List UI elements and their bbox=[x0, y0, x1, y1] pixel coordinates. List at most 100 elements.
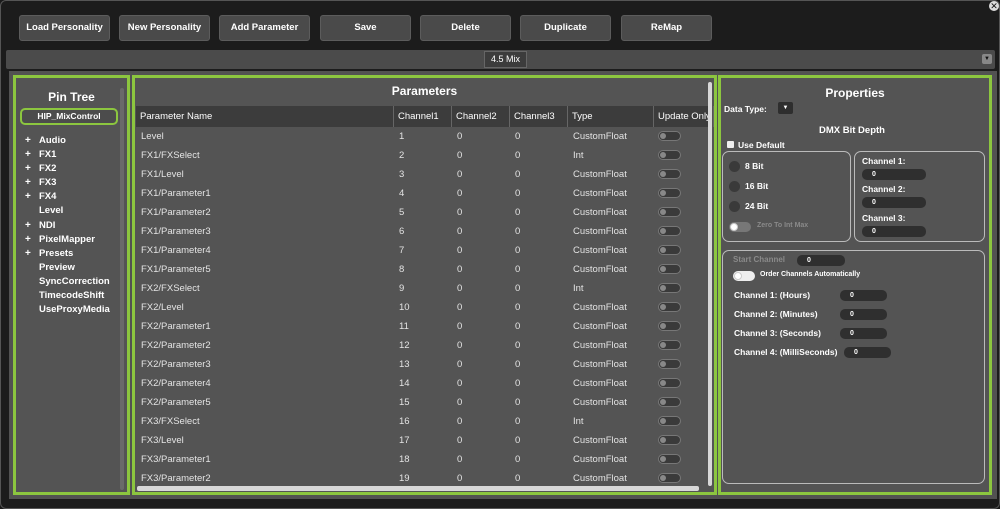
update-only-toggle[interactable] bbox=[658, 169, 681, 179]
radio-8-bit[interactable] bbox=[729, 161, 740, 172]
pin-tree-item[interactable]: TimecodeShift bbox=[25, 289, 110, 303]
data-type-dropdown[interactable]: ▼ bbox=[778, 102, 793, 114]
table-row[interactable]: Level 1 0 0 CustomFloat bbox=[136, 127, 710, 146]
update-only-toggle[interactable] bbox=[658, 340, 681, 350]
milliseconds-field[interactable]: 0 bbox=[844, 347, 891, 358]
pin-tree-scrollbar[interactable] bbox=[120, 88, 124, 490]
pin-tree-item-label: TimecodeShift bbox=[39, 290, 105, 302]
table-row[interactable]: FX2/Parameter4 14 0 0 CustomFloat bbox=[136, 374, 710, 393]
radio-16-bit[interactable] bbox=[729, 181, 740, 192]
update-only-toggle[interactable] bbox=[658, 378, 681, 388]
zero-to-int-max-toggle[interactable] bbox=[729, 222, 751, 232]
column-header[interactable]: Parameter Name bbox=[136, 106, 394, 127]
update-only-toggle[interactable] bbox=[658, 397, 681, 407]
update-only-toggle[interactable] bbox=[658, 207, 681, 217]
update-only-toggle[interactable] bbox=[658, 150, 681, 160]
order-channels-toggle[interactable] bbox=[733, 271, 755, 281]
chevron-down-icon[interactable]: ▼ bbox=[982, 54, 992, 64]
use-default-checkbox[interactable] bbox=[727, 141, 734, 148]
expand-plus-icon[interactable]: + bbox=[25, 162, 31, 176]
minutes-field[interactable]: 0 bbox=[840, 309, 887, 320]
expand-plus-icon[interactable]: + bbox=[25, 176, 31, 190]
hours-field[interactable]: 0 bbox=[840, 290, 887, 301]
pin-tree-item[interactable]: Level bbox=[25, 204, 110, 218]
channel1-field[interactable]: 0 bbox=[862, 169, 926, 180]
pin-tree-item-label: FX2 bbox=[39, 163, 57, 175]
expand-plus-icon[interactable]: + bbox=[25, 190, 31, 204]
close-icon[interactable]: ✕ bbox=[989, 1, 999, 11]
table-row[interactable]: FX3/FXSelect 16 0 0 Int bbox=[136, 412, 710, 431]
column-header[interactable]: Channel1 bbox=[394, 106, 452, 127]
channel2-field[interactable]: 0 bbox=[862, 197, 926, 208]
expand-plus-icon[interactable]: + bbox=[25, 134, 31, 148]
pin-tree-item[interactable]: + NDI bbox=[25, 219, 110, 233]
seconds-field[interactable]: 0 bbox=[840, 328, 887, 339]
table-row[interactable]: FX2/Parameter2 12 0 0 CustomFloat bbox=[136, 336, 710, 355]
table-row[interactable]: FX2/Parameter3 13 0 0 CustomFloat bbox=[136, 355, 710, 374]
load-personality-button[interactable]: Load Personality bbox=[19, 15, 110, 41]
update-only-toggle[interactable] bbox=[658, 454, 681, 464]
pin-tree-item[interactable]: + FX4 bbox=[25, 190, 110, 204]
pin-tree-item[interactable]: Preview bbox=[25, 261, 110, 275]
pin-tree-root[interactable]: HIP_MixControl bbox=[20, 108, 118, 125]
channel3-field[interactable]: 0 bbox=[862, 226, 926, 237]
table-row[interactable]: FX2/Level 10 0 0 CustomFloat bbox=[136, 298, 710, 317]
new-personality-button[interactable]: New Personality bbox=[119, 15, 210, 41]
pin-tree-item[interactable]: + PixelMapper bbox=[25, 233, 110, 247]
table-row[interactable]: FX2/Parameter1 11 0 0 CustomFloat bbox=[136, 317, 710, 336]
update-only-toggle[interactable] bbox=[658, 226, 681, 236]
table-row[interactable]: FX2/FXSelect 9 0 0 Int bbox=[136, 279, 710, 298]
app-window: ✕ Load Personality New Personality Add P… bbox=[0, 0, 1000, 509]
update-only-toggle[interactable] bbox=[658, 359, 681, 369]
table-row[interactable]: FX3/Parameter1 18 0 0 CustomFloat bbox=[136, 450, 710, 469]
pin-tree-item[interactable]: + FX2 bbox=[25, 162, 110, 176]
pin-tree-item[interactable]: + Audio bbox=[25, 134, 110, 148]
table-cell: 0 bbox=[457, 435, 463, 446]
add-parameter-button[interactable]: Add Parameter bbox=[219, 15, 310, 41]
update-only-toggle[interactable] bbox=[658, 473, 681, 483]
update-only-toggle[interactable] bbox=[658, 416, 681, 426]
radio-24-bit[interactable] bbox=[729, 201, 740, 212]
expand-plus-icon[interactable]: + bbox=[25, 233, 31, 247]
update-only-toggle[interactable] bbox=[658, 245, 681, 255]
remap-button[interactable]: ReMap bbox=[621, 15, 712, 41]
update-only-toggle[interactable] bbox=[658, 435, 681, 445]
pin-tree-item[interactable]: UseProxyMedia bbox=[25, 303, 110, 317]
start-channel-field[interactable]: 0 bbox=[797, 255, 845, 266]
expand-plus-icon[interactable]: + bbox=[25, 219, 31, 233]
update-only-toggle[interactable] bbox=[658, 283, 681, 293]
pin-tree-item[interactable]: SyncCorrection bbox=[25, 275, 110, 289]
delete-button[interactable]: Delete bbox=[420, 15, 511, 41]
table-row[interactable]: FX1/Level 3 0 0 CustomFloat bbox=[136, 165, 710, 184]
table-cell: 0 bbox=[515, 359, 521, 370]
column-header[interactable]: Update Only bbox=[654, 106, 714, 127]
parameters-vertical-scrollbar[interactable] bbox=[708, 82, 712, 486]
table-row[interactable]: FX1/Parameter2 5 0 0 CustomFloat bbox=[136, 203, 710, 222]
expand-plus-icon[interactable]: + bbox=[25, 247, 31, 261]
table-cell: 0 bbox=[457, 283, 463, 294]
table-row[interactable]: FX1/Parameter5 8 0 0 CustomFloat bbox=[136, 260, 710, 279]
table-row[interactable]: FX2/Parameter5 15 0 0 CustomFloat bbox=[136, 393, 710, 412]
table-row[interactable]: FX1/Parameter3 6 0 0 CustomFloat bbox=[136, 222, 710, 241]
column-header[interactable]: Type bbox=[568, 106, 654, 127]
pin-tree-item[interactable]: + FX3 bbox=[25, 176, 110, 190]
table-row[interactable]: FX1/Parameter1 4 0 0 CustomFloat bbox=[136, 184, 710, 203]
update-only-toggle[interactable] bbox=[658, 302, 681, 312]
pin-tree-item[interactable]: + Presets bbox=[25, 247, 110, 261]
column-header[interactable]: Channel3 bbox=[510, 106, 568, 127]
table-cell: 11 bbox=[399, 321, 409, 332]
table-row[interactable]: FX1/Parameter4 7 0 0 CustomFloat bbox=[136, 241, 710, 260]
update-only-toggle[interactable] bbox=[658, 131, 681, 141]
table-row[interactable]: FX3/Level 17 0 0 CustomFloat bbox=[136, 431, 710, 450]
parameters-horizontal-scrollbar[interactable] bbox=[137, 486, 699, 491]
milliseconds-label: Channel 4: (MilliSeconds) bbox=[734, 347, 838, 357]
save-button[interactable]: Save bbox=[320, 15, 411, 41]
expand-plus-icon[interactable]: + bbox=[25, 148, 31, 162]
update-only-toggle[interactable] bbox=[658, 188, 681, 198]
update-only-toggle[interactable] bbox=[658, 321, 681, 331]
pin-tree-item[interactable]: + FX1 bbox=[25, 148, 110, 162]
column-header[interactable]: Channel2 bbox=[452, 106, 510, 127]
table-row[interactable]: FX1/FXSelect 2 0 0 Int bbox=[136, 146, 710, 165]
duplicate-button[interactable]: Duplicate bbox=[520, 15, 611, 41]
update-only-toggle[interactable] bbox=[658, 264, 681, 274]
